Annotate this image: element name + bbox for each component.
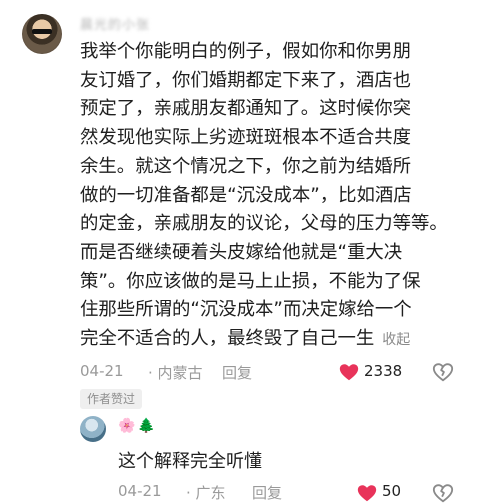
heart-icon: [357, 485, 377, 502]
comment-line: 策”。你应该做的是马上止损，不能为了保: [80, 270, 421, 292]
comment-date: 04-21: [80, 362, 124, 380]
avatar-glasses-icon: [32, 29, 52, 34]
comment-line-text: 完全不适合的人，最终毁了自己一生: [80, 328, 375, 350]
comment-meta: 04-21 · 内蒙古 回复 2338: [80, 360, 470, 384]
reply-button[interactable]: 回复: [222, 362, 252, 383]
comment-body: 我举个你能明白的例子，假如你和你男朋 友订婚了，你们婚期都定下来了，酒店也 预定…: [80, 38, 472, 355]
reply-text: 这个解释完全听懂: [118, 451, 262, 472]
reply-reply-button[interactable]: 回复: [252, 482, 282, 503]
broken-heart-icon[interactable]: [432, 361, 454, 383]
author-liked-badge: 作者赞过: [80, 389, 143, 409]
comment-line: 我举个你能明白的例子，假如你和你男朋: [80, 41, 412, 62]
comment-line-last: 完全不适合的人，最终毁了自己一生 收起: [80, 325, 472, 355]
avatar[interactable]: [22, 14, 62, 54]
reply-meta: 04-21 · 广东 回复 50: [118, 482, 470, 504]
like-count: 2338: [364, 362, 403, 380]
reply-like-count: 50: [382, 482, 402, 500]
comment-line: 而是否继续硬着头皮嫁给他就是“重大决: [80, 241, 403, 263]
comment-line: 预定了，亲戚朋友都通知了。这时候你突: [80, 98, 412, 120]
comment-line: 做的一切准备都是“沉没成本”，比如酒店: [80, 184, 412, 206]
comment-line: 余生。就这个情况之下，你之前为结婚所: [80, 155, 412, 177]
flower-icon: 🌸: [118, 418, 136, 434]
tree-icon: 🌲: [137, 418, 155, 434]
reply-comment: 🌸 🌲 这个解释完全听懂 04-21 · 广东 回复 50: [0, 410, 480, 503]
comment-line: 住那些所谓的“沉没成本”而决定嫁给一个: [80, 299, 412, 321]
reply-date: 04-21: [118, 482, 162, 500]
reply-location: · 广东: [186, 484, 226, 502]
comment-location: · 内蒙古: [148, 364, 203, 382]
comment-line: 的定金，亲戚朋友的议论，父母的压力等等。: [80, 213, 448, 235]
heart-icon: [339, 364, 359, 381]
reply-username[interactable]: 🌸 🌲: [118, 418, 162, 436]
comment-username[interactable]: 晨光的小张: [80, 14, 150, 33]
broken-heart-icon[interactable]: [432, 482, 454, 504]
comment-line: 然发现他实际上劣迹斑斑根本不适合共度: [80, 127, 412, 149]
reply-avatar[interactable]: [80, 416, 106, 442]
comment-line: 友订婚了，你们婚期都定下来了，酒店也: [80, 69, 412, 91]
collapse-button[interactable]: 收起: [382, 332, 410, 348]
